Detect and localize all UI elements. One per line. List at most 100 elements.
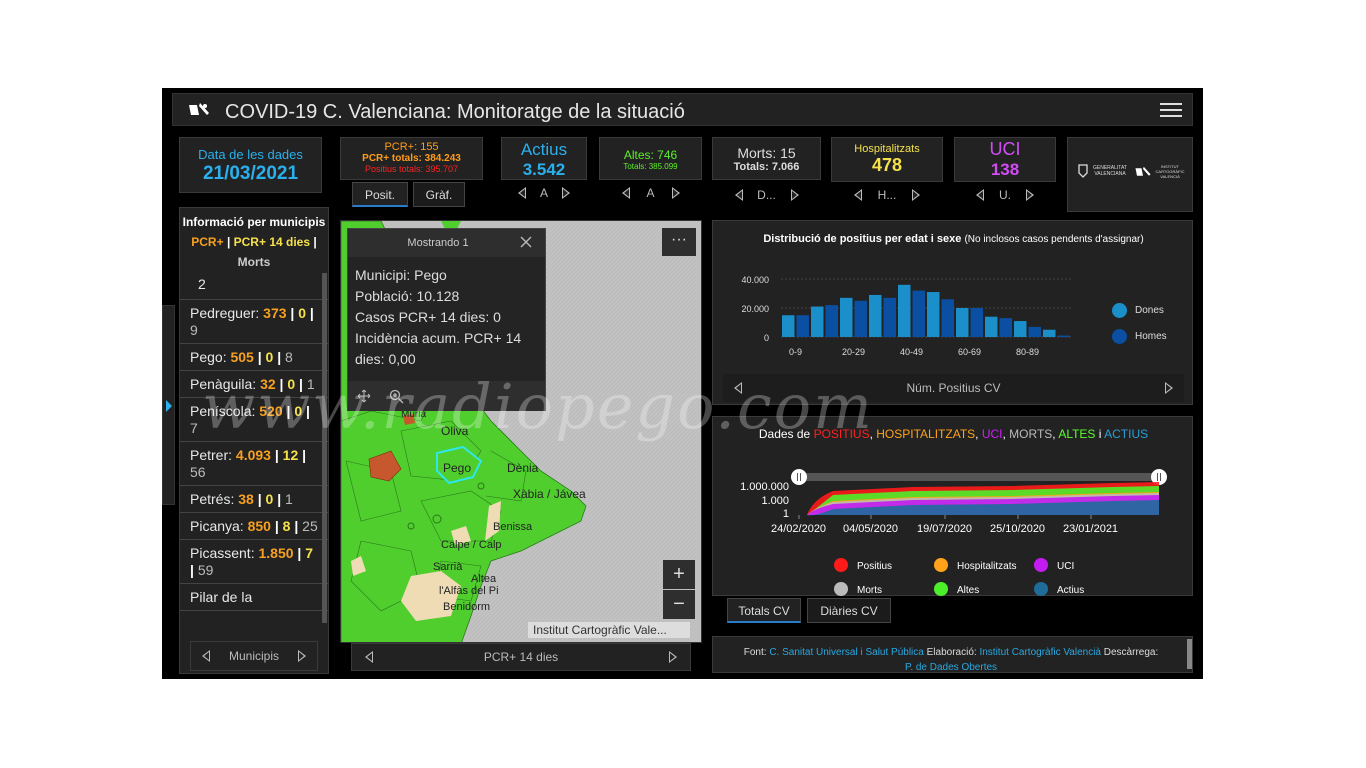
- separator: |: [295, 376, 307, 392]
- bar-dones[interactable]: [869, 294, 882, 337]
- zoom-in-button[interactable]: +: [663, 560, 695, 589]
- chevron-left-icon[interactable]: [517, 187, 527, 199]
- map-label: Benidorm: [443, 601, 491, 613]
- bar-dones[interactable]: [898, 284, 911, 337]
- hosp-label: Hospitalitzats: [854, 143, 920, 155]
- separator: |: [273, 349, 286, 365]
- chevron-left-icon[interactable]: [621, 187, 631, 199]
- bar-dones[interactable]: [927, 292, 940, 337]
- y-tick-label: 1: [783, 508, 789, 520]
- map-view[interactable]: Oliva Pego Dènia Xàbia / Jávea Benissa C…: [340, 220, 702, 643]
- bar-homes[interactable]: [825, 305, 839, 337]
- bar-homes[interactable]: [999, 318, 1013, 337]
- list-item[interactable]: Pedreguer: 373 | 0 | 9: [180, 300, 328, 344]
- footer-scrollbar[interactable]: [1187, 639, 1192, 669]
- chevron-left-icon[interactable]: [364, 651, 374, 663]
- date-card: Data de les dades 21/03/2021: [179, 137, 322, 193]
- list-item[interactable]: Picanya: 850 | 8 | 25: [180, 513, 328, 540]
- municipi-pcr14: 0: [298, 305, 307, 321]
- separator: |: [270, 447, 283, 463]
- municipi-morts: 9: [190, 322, 198, 338]
- bar-homes[interactable]: [1057, 335, 1071, 337]
- legend-sep: |: [310, 235, 317, 249]
- zoom-to-icon[interactable]: [389, 389, 404, 404]
- map-label: Benissa: [493, 521, 533, 533]
- tab-totals-cv[interactable]: Totals CV: [727, 598, 801, 623]
- separator: |: [290, 518, 303, 534]
- footer-desc-link[interactable]: P. de Dades Obertes: [905, 662, 997, 672]
- map-label: l'Alfàs del Pi: [439, 585, 499, 597]
- range-slider-track[interactable]: [799, 473, 1159, 481]
- zoom-out-button[interactable]: −: [663, 590, 695, 619]
- legend-label: Dones: [1135, 305, 1164, 316]
- municipis-panel: Informació per municipis PCR+ | PCR+ 14 …: [179, 207, 329, 674]
- x-tick-label: 40-49: [900, 347, 923, 357]
- map-layer-nav: PCR+ 14 dies: [351, 643, 691, 671]
- altes-nav: A: [599, 184, 702, 202]
- chevron-right-icon[interactable]: [561, 187, 571, 199]
- bar-dones[interactable]: [985, 316, 998, 337]
- list-item-partial[interactable]: Pilar de la: [180, 584, 328, 611]
- bar-dones[interactable]: [1014, 321, 1027, 337]
- municipis-scrollbar[interactable]: [322, 273, 327, 623]
- bar-homes[interactable]: [1028, 326, 1042, 337]
- separator: |: [190, 562, 198, 578]
- bar-dones[interactable]: [811, 306, 824, 337]
- bar-homes[interactable]: [941, 299, 955, 337]
- bar-homes[interactable]: [970, 308, 984, 337]
- tab-posit[interactable]: Posit.: [352, 182, 408, 207]
- pcr-total: PCR+ totals: 384.243: [362, 153, 461, 164]
- bar-dones[interactable]: [956, 308, 969, 337]
- footer-elab-link[interactable]: Institut Cartogràfic Valencià: [979, 647, 1101, 658]
- chevron-left-icon[interactable]: [733, 382, 743, 394]
- bar-homes[interactable]: [854, 300, 868, 337]
- chevron-left-icon[interactable]: [975, 189, 985, 201]
- bar-homes[interactable]: [912, 290, 926, 337]
- legend-swatch: [1112, 303, 1127, 318]
- chevron-right-icon[interactable]: [671, 187, 681, 199]
- title-part: ALTES: [1058, 427, 1096, 441]
- map-more-button[interactable]: ···: [662, 228, 696, 256]
- tab-graf[interactable]: Gràf.: [413, 182, 465, 207]
- morts-total: Totals: 7.066: [733, 161, 800, 173]
- bar-dones[interactable]: [782, 315, 795, 337]
- date-label: Data de les dades: [198, 147, 303, 162]
- chevron-left-icon[interactable]: [201, 650, 211, 662]
- chevron-left-icon[interactable]: [734, 189, 744, 201]
- list-item[interactable]: Petrés: 38 | 0 | 1: [180, 486, 328, 513]
- uci-nav: U.: [954, 186, 1056, 204]
- list-item[interactable]: Peníscola: 520 | 0 | 7: [180, 398, 328, 442]
- municipis-list: Pedreguer: 373 | 0 | 9 Pego: 505 | 0 | 8P…: [180, 300, 328, 584]
- bar-dones[interactable]: [1043, 329, 1056, 337]
- chevron-right-icon[interactable]: [1025, 189, 1035, 201]
- chevron-right-icon[interactable]: [790, 189, 800, 201]
- list-item[interactable]: Picassent: 1.850 | 7 | 59: [180, 540, 328, 584]
- map-label: Dènia: [507, 461, 539, 475]
- altes-card: Altes: 746 Totals: 385.099: [599, 137, 702, 180]
- footer-font-link[interactable]: C. Sanitat Universal i Salut Pública: [769, 647, 924, 658]
- chevron-right-icon[interactable]: [297, 650, 307, 662]
- range-slider-handle[interactable]: [791, 469, 807, 485]
- legend-label: Morts: [857, 585, 882, 596]
- pan-icon[interactable]: [357, 389, 371, 403]
- list-item[interactable]: Pego: 505 | 0 | 8: [180, 344, 328, 371]
- altes-label: Altes: 746: [623, 148, 678, 162]
- bar-homes[interactable]: [883, 297, 897, 337]
- municipi-name: Peníscola:: [190, 403, 260, 419]
- title-part: POSITIUS: [813, 427, 870, 441]
- chevron-left-icon[interactable]: [853, 189, 863, 201]
- list-item[interactable]: Petrer: 4.093 | 12 | 56: [180, 442, 328, 486]
- close-icon[interactable]: [520, 236, 532, 248]
- separator: |: [298, 447, 307, 463]
- legend-dones: Dones: [1112, 303, 1164, 318]
- chevron-right-icon[interactable]: [911, 189, 921, 201]
- bar-homes[interactable]: [796, 315, 810, 337]
- list-item[interactable]: Penàguila: 32 | 0 | 1: [180, 371, 328, 398]
- bar-dones[interactable]: [840, 297, 853, 337]
- sidebar-toggle[interactable]: [162, 305, 175, 505]
- tab-diaries-cv[interactable]: Diàries CV: [807, 598, 891, 623]
- chevron-right-icon[interactable]: [668, 651, 678, 663]
- chevron-right-icon[interactable]: [1164, 382, 1174, 394]
- hamburger-icon[interactable]: [1160, 100, 1182, 120]
- title-part: ACTIUS: [1104, 427, 1149, 441]
